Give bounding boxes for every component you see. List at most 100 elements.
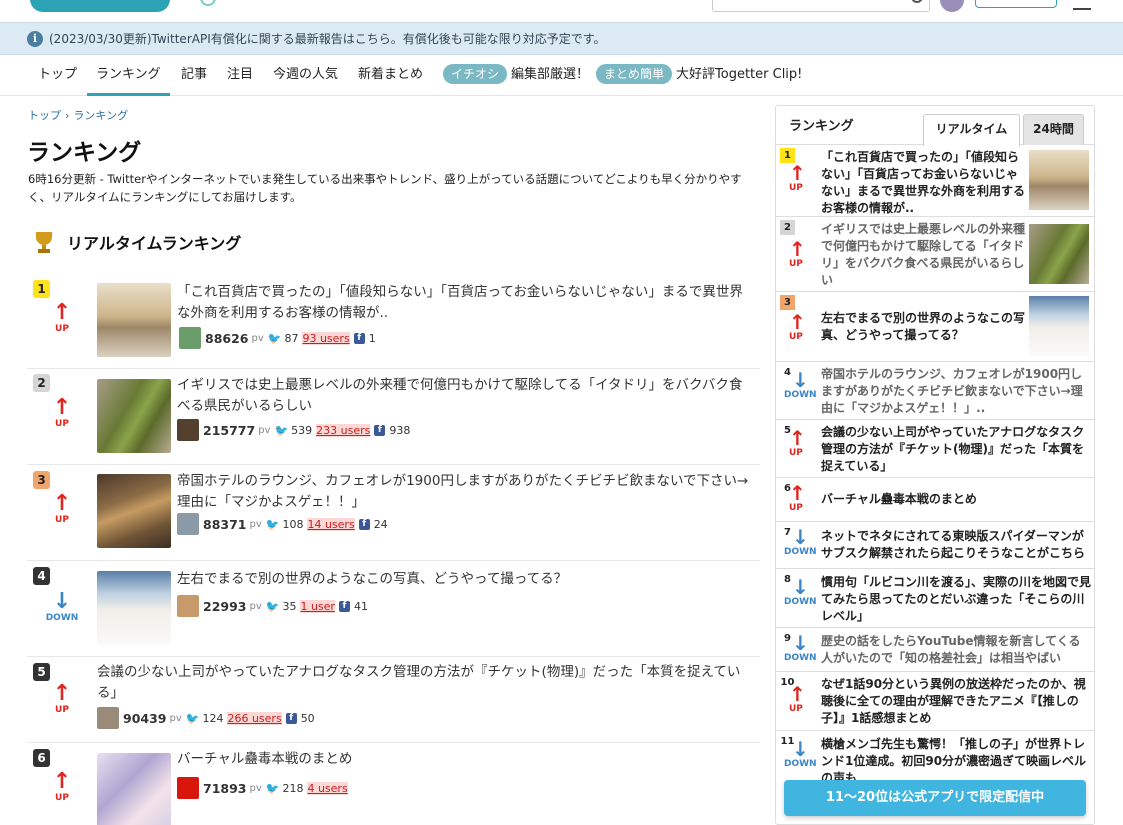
sidebar-item-title[interactable]: 「これ百貨店で買ったの」「値段知らない」「百貨店ってお金いらないじゃない」まるで… bbox=[821, 149, 1027, 217]
bookmark-users-link[interactable]: 266 users bbox=[227, 711, 282, 725]
article-title[interactable]: 帝国ホテルのラウンジ、カフェオレが1900円しますがありがたくチビチビ飲まないで… bbox=[177, 471, 757, 513]
twitter-icon: 🐦 bbox=[265, 599, 280, 613]
sidebar-item[interactable]: 5 ↑ UP 会議の少ない上司がやっていたアナログなタスク管理の方法が『チケット(… bbox=[776, 420, 1094, 478]
breadcrumb-current[interactable]: ランキング bbox=[73, 109, 128, 122]
ranking-item[interactable]: 6 ↑ UP バーチャル蠱毒本戦のまとめ 71893 pv 🐦 218 4 user… bbox=[27, 743, 760, 825]
nav-top[interactable]: トップ bbox=[38, 56, 77, 96]
article-title[interactable]: 左右でまるで別の世界のようなこの写真、どうやって撮ってる？ bbox=[177, 569, 755, 590]
sidebar-thumbnail[interactable] bbox=[1029, 296, 1089, 356]
article-title[interactable]: バーチャル蠱毒本戦のまとめ bbox=[177, 749, 755, 770]
facebook-icon: f bbox=[374, 424, 386, 436]
sidebar-item-title[interactable]: 会議の少ない上司がやっていたアナログなタスク管理の方法が『チケット(物理)』だっ… bbox=[821, 424, 1091, 475]
author-avatar[interactable] bbox=[177, 595, 199, 617]
trend-label: UP bbox=[55, 419, 69, 429]
sidebar-item-title[interactable]: 帝国ホテルのラウンジ、カフェオレが1900円しますがありがたくチビチビ飲まないで… bbox=[821, 366, 1091, 417]
facebook-count: 41 bbox=[353, 599, 368, 613]
article-thumbnail[interactable] bbox=[97, 379, 171, 453]
sidebar-item-title[interactable]: なぜ1話90分という異例の放送枠だったのか、視聴後に全ての理由が理解できたアニメ… bbox=[821, 676, 1091, 727]
article-stats: 71893 pv 🐦 218 4 users bbox=[177, 777, 352, 799]
sidebar-item[interactable]: 8 ↓ DOWN 慣用句「ルビコン川を渡る」、実際の川を地図で見てみたら思ってたの… bbox=[776, 569, 1094, 628]
article-thumbnail[interactable] bbox=[97, 571, 171, 645]
author-avatar[interactable] bbox=[177, 777, 199, 799]
nav-new[interactable]: 新着まとめ bbox=[358, 56, 423, 96]
article-title[interactable]: 会議の少ない上司がやっていたアナログなタスク管理の方法が『チケット(物理)』だっ… bbox=[97, 662, 755, 704]
article-thumbnail[interactable] bbox=[97, 753, 171, 825]
article-title[interactable]: イギリスでは史上最悪レベルの外来種で何億円もかけて駆除してる「イタドリ」をバクバ… bbox=[177, 375, 755, 417]
sidebar-item[interactable]: 6 ↑ UP バーチャル蠱毒本戦のまとめ bbox=[776, 478, 1094, 522]
nav-ranking[interactable]: ランキング bbox=[87, 56, 170, 96]
sidebar-item-title[interactable]: イギリスでは史上最悪レベルの外来種で何億円もかけて駆除してる「イタドリ」をバクバ… bbox=[821, 221, 1027, 289]
app-download-button[interactable]: 11〜20位は公式アプリで限定配信中 bbox=[784, 780, 1086, 816]
sidebar-item-title[interactable]: 慣用句「ルビコン川を渡る」、実際の川を地図で見てみたら思ってたのとだいぶ違った「… bbox=[821, 574, 1091, 625]
rank-badge: 3 bbox=[780, 295, 795, 310]
section-title: リアルタイムランキング bbox=[67, 234, 242, 253]
ranking-item[interactable]: 4 ↓ DOWN 左右でまるで別の世界のようなこの写真、どうやって撮ってる？ 2… bbox=[27, 561, 760, 657]
sidebar-item-title[interactable]: 左右でまるで別の世界のようなこの写真、どうやって撮ってる？ bbox=[821, 310, 1027, 344]
pageview-count: 90439 bbox=[123, 710, 167, 726]
nav-clip[interactable]: まとめ簡単 大好評Togetter Clip! bbox=[596, 56, 802, 96]
twitter-icon: 🐦 bbox=[274, 423, 289, 437]
trend-label: UP bbox=[55, 705, 69, 715]
tab-24h[interactable]: 24時間 bbox=[1023, 114, 1084, 145]
arrow-down-icon: ↓ bbox=[792, 737, 809, 761]
sidebar-item-title[interactable]: 歴史の話をしたらYouTube情報を新言してくる人がいたので「知の格差社会」は相… bbox=[821, 633, 1091, 667]
editors-pick-pill: イチオシ bbox=[443, 64, 508, 84]
sidebar-item-title[interactable]: ネットでネタにされてる東映版スパイダーマンがサブスク解禁されたら起こりそうなこと… bbox=[821, 528, 1091, 562]
sidebar-item-title[interactable]: バーチャル蠱毒本戦のまとめ bbox=[821, 491, 1091, 508]
site-logo[interactable] bbox=[30, 0, 170, 12]
bookmark-users-link[interactable]: 4 users bbox=[307, 781, 348, 795]
user-avatar[interactable] bbox=[940, 0, 964, 12]
pageview-count: 22993 bbox=[203, 598, 247, 614]
ranking-item[interactable]: 5 ↑ UP 会議の少ない上司がやっていたアナログなタスク管理の方法が『チケット… bbox=[27, 657, 760, 743]
sidebar-item[interactable]: 2 ↑ UP イギリスでは史上最悪レベルの外来種で何億円もかけて駆除してる「イタド… bbox=[776, 217, 1094, 292]
bookmark-users-link[interactable]: 1 user bbox=[300, 599, 335, 613]
breadcrumb-home[interactable]: トップ bbox=[28, 109, 61, 122]
ranking-item[interactable]: 2 ↑ UP イギリスでは史上最悪レベルの外来種で何億円もかけて駆除してる「イタ… bbox=[27, 369, 760, 465]
tab-realtime[interactable]: リアルタイム bbox=[923, 114, 1020, 146]
ranking-item[interactable]: 1 ↑ UP 「これ百貨店で買ったの」「値段知らない」「百貨店ってお金いらないじ… bbox=[27, 272, 760, 369]
bookmark-users-link[interactable]: 93 users bbox=[302, 331, 350, 345]
article-stats: 88626 pv 🐦 87 93 users f1 bbox=[179, 327, 376, 349]
nav-editors-pick[interactable]: イチオシ 編集部厳選！ bbox=[443, 56, 589, 96]
search-icon[interactable] bbox=[911, 0, 923, 3]
sidebar-item[interactable]: 7 ↓ DOWN ネットでネタにされてる東映版スパイダーマンがサブスク解禁されたら… bbox=[776, 522, 1094, 569]
tweet-count: 87 bbox=[284, 331, 299, 345]
trend-label: UP bbox=[789, 448, 803, 458]
author-avatar[interactable] bbox=[177, 513, 199, 535]
tweet-count: 218 bbox=[282, 781, 304, 795]
trend-label: DOWN bbox=[784, 547, 817, 557]
info-icon: i bbox=[27, 30, 43, 47]
facebook-count: 24 bbox=[373, 517, 388, 531]
author-avatar[interactable] bbox=[179, 327, 201, 349]
article-thumbnail[interactable] bbox=[97, 283, 171, 357]
notice-text[interactable]: (2023/03/30更新)TwitterAPI有償化に関する最新報告はこちら。… bbox=[49, 30, 606, 47]
sidebar-item[interactable]: 1 ↑ UP 「これ百貨店で買ったの」「値段知らない」「百貨店ってお金いらないじゃ… bbox=[776, 145, 1094, 217]
sidebar-thumbnail[interactable] bbox=[1029, 224, 1089, 284]
chat-bubble-icon[interactable] bbox=[200, 0, 216, 6]
sidebar-item[interactable]: 10 ↑ UP なぜ1話90分という異例の放送枠だったのか、視聴後に全ての理由が理… bbox=[776, 672, 1094, 731]
article-title[interactable]: 「これ百貨店で買ったの」「値段知らない」「百貨店ってお金いらないじゃない」まるで… bbox=[177, 282, 755, 324]
nav-featured[interactable]: 注目 bbox=[227, 56, 253, 96]
arrow-down-icon: ↓ bbox=[792, 525, 809, 549]
bookmark-users-link[interactable]: 14 users bbox=[307, 517, 355, 531]
bookmark-users-link[interactable]: 233 users bbox=[316, 423, 371, 437]
trend-label: UP bbox=[55, 793, 69, 803]
sidebar-ranking: ランキング リアルタイム 24時間 1 ↑ UP 「これ百貨店で買ったの」「値段知… bbox=[775, 105, 1095, 825]
twitter-icon: 🐦 bbox=[265, 517, 280, 531]
sidebar-thumbnail[interactable] bbox=[1029, 150, 1089, 210]
hamburger-menu-icon[interactable] bbox=[1073, 0, 1091, 10]
login-button[interactable] bbox=[975, 0, 1057, 8]
author-avatar[interactable] bbox=[177, 419, 199, 441]
sidebar-item[interactable]: 3 ↑ UP 左右でまるで別の世界のようなこの写真、どうやって撮ってる？ bbox=[776, 292, 1094, 362]
main-nav: トップ ランキング 記事 注目 今週の人気 新着まとめ イチオシ 編集部厳選！ ま… bbox=[0, 56, 1123, 96]
search-input[interactable] bbox=[712, 0, 930, 12]
article-thumbnail[interactable] bbox=[97, 474, 171, 548]
nav-articles[interactable]: 記事 bbox=[181, 56, 207, 96]
nav-weekly-popular[interactable]: 今週の人気 bbox=[273, 56, 338, 96]
sidebar-item[interactable]: 9 ↓ DOWN 歴史の話をしたらYouTube情報を新言してくる人がいたので「知… bbox=[776, 628, 1094, 672]
sidebar-item[interactable]: 4 ↓ DOWN 帝国ホテルのラウンジ、カフェオレが1900円しますがありがたくチ… bbox=[776, 362, 1094, 420]
ranking-item[interactable]: 3 ↑ UP 帝国ホテルのラウンジ、カフェオレが1900円しますがありがたくチビ… bbox=[27, 465, 760, 561]
author-avatar[interactable] bbox=[97, 707, 119, 729]
notice-bar[interactable]: i (2023/03/30更新)TwitterAPI有償化に関する最新報告はこち… bbox=[0, 22, 1123, 55]
arrow-up-icon: ↑ bbox=[52, 491, 72, 516]
